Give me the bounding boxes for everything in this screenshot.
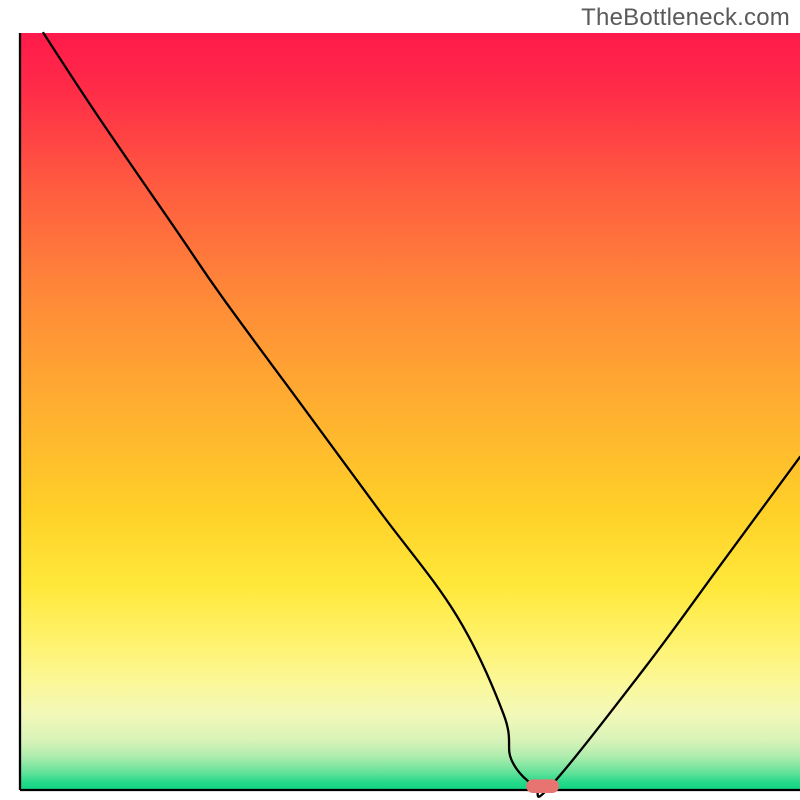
watermark-text: TheBottleneck.com [581,4,790,32]
sweet-spot-marker [526,779,559,793]
plot-background [20,33,800,790]
chart-stage: TheBottleneck.com [0,0,800,800]
bottleneck-plot [0,0,800,800]
